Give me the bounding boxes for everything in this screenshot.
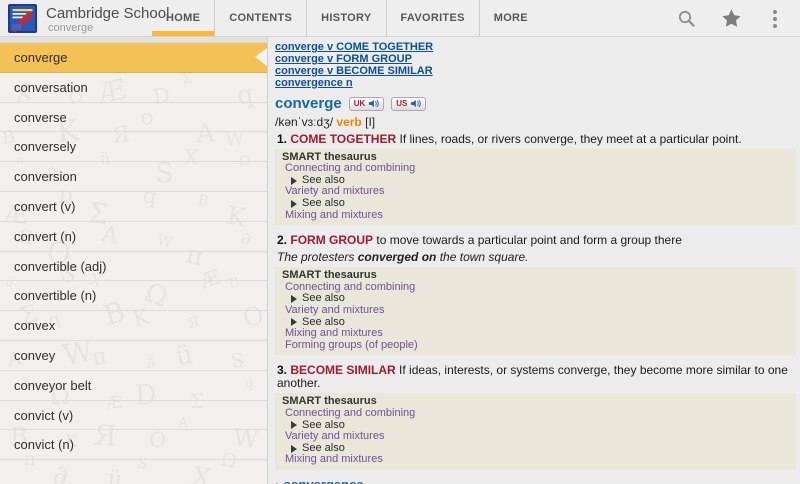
app-subtitle: converge bbox=[48, 22, 93, 34]
app-title: Cambridge School bbox=[46, 5, 169, 22]
sense-2: 2. FORM GROUP to move towards a particul… bbox=[275, 234, 796, 247]
list-item-convertible-adj[interactable]: convertible (adj) bbox=[0, 252, 267, 282]
bullet: · bbox=[275, 477, 279, 484]
uk-audio-button[interactable]: UK bbox=[349, 97, 385, 111]
triangle-icon bbox=[291, 445, 297, 453]
guideword: FORM GROUP bbox=[290, 233, 373, 247]
thesaurus-topic-link[interactable]: Variety and mixtures bbox=[282, 305, 384, 317]
tab-favorites[interactable]: FAVORITES bbox=[387, 0, 480, 37]
list-item-convict-v[interactable]: convict (v) bbox=[0, 401, 267, 431]
definition: If lines, roads, or rivers converge, the… bbox=[400, 132, 742, 146]
us-audio-button[interactable]: US bbox=[391, 97, 426, 111]
list-item-converge[interactable]: converge bbox=[0, 43, 267, 73]
top-bar-actions bbox=[676, 0, 800, 37]
smart-thesaurus-box: SMART thesaurus Connecting and combining… bbox=[275, 149, 796, 226]
sense-1: 1. COME TOGETHER If lines, roads, or riv… bbox=[275, 133, 796, 146]
word-list-panel: AWπ∂üSXΩÆDΣqBKЯOAWπ∂üSXΩÆDΣqBKЯOAWπ∂üSXΩ… bbox=[0, 37, 268, 484]
smart-thesaurus-box: SMART thesaurus Connecting and combining… bbox=[275, 267, 796, 355]
thesaurus-topic-link[interactable]: Variety and mixtures bbox=[282, 431, 384, 443]
list-item-convert-v[interactable]: convert (v) bbox=[0, 192, 267, 222]
list-item-conveyor-belt[interactable]: conveyor belt bbox=[0, 371, 267, 401]
search-icon[interactable] bbox=[676, 8, 698, 30]
overflow-menu-icon[interactable] bbox=[764, 8, 786, 30]
sense-3: 3. BECOME SIMILAR If ideas, interests, o… bbox=[275, 364, 796, 390]
definition: to move towards a particular point and f… bbox=[376, 233, 682, 247]
star-icon[interactable] bbox=[720, 8, 742, 30]
runon-word-link[interactable]: convergence bbox=[283, 477, 363, 484]
thesaurus-topic-link[interactable]: Mixing and mixtures bbox=[282, 328, 383, 340]
thesaurus-topic-link[interactable]: Forming groups (of people) bbox=[282, 340, 418, 352]
headword: converge bbox=[275, 95, 342, 112]
headword-row: converge UK US bbox=[275, 95, 796, 113]
triangle-icon bbox=[291, 295, 297, 303]
tab-bar: HOME CONTENTS HISTORY FAVORITES MORE bbox=[152, 0, 542, 37]
entry-panel: converge v COME TOGETHER converge v FORM… bbox=[269, 37, 800, 484]
speaker-icon bbox=[368, 98, 379, 109]
see-also-toggle[interactable]: See also bbox=[282, 198, 345, 210]
part-of-speech: verb bbox=[336, 115, 361, 129]
list-item-convert-n[interactable]: convert (n) bbox=[0, 222, 267, 252]
tab-more[interactable]: MORE bbox=[480, 0, 542, 37]
list-item-conversely[interactable]: conversely bbox=[0, 132, 267, 162]
list-item-convex[interactable]: convex bbox=[0, 311, 267, 341]
tab-contents[interactable]: CONTENTS bbox=[215, 0, 307, 37]
example-sentence: The protesters converged on the town squ… bbox=[275, 250, 796, 264]
speaker-icon bbox=[410, 98, 421, 109]
guideword: COME TOGETHER bbox=[290, 132, 396, 146]
triangle-icon bbox=[291, 318, 297, 326]
tab-history[interactable]: HISTORY bbox=[307, 0, 386, 37]
app-logo bbox=[8, 4, 37, 33]
thesaurus-topic-link[interactable]: Mixing and mixtures bbox=[282, 210, 383, 222]
list-item-converse[interactable]: converse bbox=[0, 103, 267, 133]
triangle-icon bbox=[291, 200, 297, 208]
guideword: BECOME SIMILAR bbox=[290, 363, 395, 377]
smart-thesaurus-box: SMART thesaurus Connecting and combining… bbox=[275, 393, 796, 470]
word-list: converge conversation converse conversel… bbox=[0, 37, 267, 484]
entry-nav-link[interactable]: converge v BECOME SIMILAR bbox=[275, 66, 433, 78]
list-item-conversation[interactable]: conversation bbox=[0, 73, 267, 103]
list-item-convey[interactable]: convey bbox=[0, 341, 267, 371]
tab-home[interactable]: HOME bbox=[152, 0, 215, 37]
top-bar: Cambridge School converge HOME CONTENTS … bbox=[0, 0, 800, 37]
list-item-convict-n[interactable]: convict (n) bbox=[0, 430, 267, 460]
list-item-conversion[interactable]: conversion bbox=[0, 162, 267, 192]
list-item-convertible-n[interactable]: convertible (n) bbox=[0, 281, 267, 311]
thesaurus-topic-link[interactable]: Mixing and mixtures bbox=[282, 454, 383, 466]
triangle-icon bbox=[291, 421, 297, 429]
pronunciation: /kənˈvɜːdʒ/ bbox=[275, 115, 333, 129]
entry-nav-link[interactable]: convergence n bbox=[275, 78, 353, 90]
triangle-icon bbox=[291, 177, 297, 185]
pronunciation-row: /kənˈvɜːdʒ/ verb [I] bbox=[275, 115, 796, 129]
runon-entry: · convergence bbox=[275, 477, 796, 484]
grammar-code: [I] bbox=[365, 115, 375, 129]
thesaurus-topic-link[interactable]: Connecting and combining bbox=[282, 408, 415, 420]
